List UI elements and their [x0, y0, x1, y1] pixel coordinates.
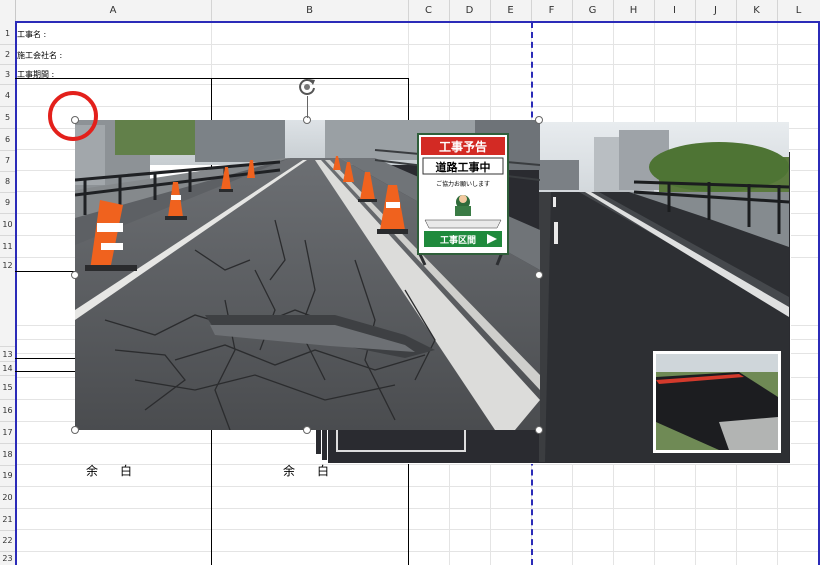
column-header: A B C D E F G H I J K L — [0, 0, 820, 23]
print-area-left — [15, 22, 17, 565]
resize-handle-middle-right[interactable] — [535, 271, 543, 279]
repaired-road-image — [539, 122, 789, 462]
row-header-4[interactable]: 4 — [0, 84, 15, 107]
row-header-22[interactable]: 22 — [0, 530, 15, 552]
column-header-a[interactable]: A — [15, 0, 212, 22]
rotate-handle-icon[interactable] — [297, 77, 317, 97]
column-header-l[interactable]: L — [777, 0, 820, 22]
row-header-10[interactable]: 10 — [0, 213, 15, 236]
photo-after-repair[interactable] — [539, 122, 789, 462]
row-header-15[interactable]: 15 — [0, 375, 15, 400]
grid-row-line — [15, 551, 820, 552]
sign-header-text: 工事予告 — [439, 139, 487, 154]
column-header-h[interactable]: H — [613, 0, 655, 22]
row-header-17[interactable]: 17 — [0, 421, 15, 444]
row-header-3[interactable]: 3 — [0, 64, 15, 85]
column-header-g[interactable]: G — [572, 0, 614, 22]
margin-text-right: 余白 — [283, 464, 352, 478]
grid-row-line — [15, 64, 820, 65]
sign-title-text: 道路工事中 — [436, 160, 491, 174]
column-header-c[interactable]: C — [408, 0, 450, 22]
sign-subtitle-text: ご協力お願いします — [436, 180, 490, 188]
row-header-1[interactable]: 1 — [0, 22, 15, 45]
form-border-row14 — [15, 371, 75, 372]
row-header-21[interactable]: 21 — [0, 508, 15, 531]
column-header-e[interactable]: E — [490, 0, 532, 22]
row-header-7[interactable]: 7 — [0, 150, 15, 172]
rotate-handle-stem — [307, 96, 308, 118]
row-header-16[interactable]: 16 — [0, 399, 15, 422]
grid-row-line — [15, 529, 820, 530]
row-header-6[interactable]: 6 — [0, 128, 15, 151]
row-header-20[interactable]: 20 — [0, 486, 15, 509]
column-header-k[interactable]: K — [736, 0, 778, 22]
project-name-label: 工事名 : — [17, 30, 47, 39]
print-area-top — [15, 21, 820, 23]
grid-row-line — [15, 508, 820, 509]
highlight-circle — [48, 91, 98, 141]
construction-sign: 工事予告 道路工事中 ご協力お願いします 工事区間 — [416, 133, 509, 266]
row-header-9[interactable]: 9 — [0, 192, 15, 214]
row-header-5[interactable]: 5 — [0, 106, 15, 129]
resize-handle-bottom-right[interactable] — [535, 426, 543, 434]
resize-handle-bottom-center[interactable] — [303, 426, 311, 434]
row-header-12[interactable]: 12 — [0, 257, 15, 347]
form-border-top — [15, 78, 409, 79]
select-all-corner[interactable] — [0, 0, 16, 22]
grid-row-line — [15, 106, 820, 107]
row-header-8[interactable]: 8 — [0, 171, 15, 193]
column-header-d[interactable]: D — [449, 0, 491, 22]
row-header-2[interactable]: 2 — [0, 44, 15, 65]
form-border-row13 — [15, 358, 75, 359]
row-header: 1 2 3 4 5 6 7 8 9 10 11 12 13 14 15 16 1… — [0, 22, 16, 565]
company-name-label: 施工会社名 : — [17, 51, 63, 60]
grid-row-line — [15, 44, 820, 45]
grid-row-line — [15, 84, 820, 85]
resize-handle-top-right[interactable] — [535, 116, 543, 124]
resize-handle-bottom-left[interactable] — [71, 426, 79, 434]
column-header-b[interactable]: B — [211, 0, 409, 22]
row-header-18[interactable]: 18 — [0, 443, 15, 466]
photo-before-repair[interactable]: 工事予告 道路工事中 ご協力お願いします 工事区間 — [75, 120, 540, 430]
row-header-11[interactable]: 11 — [0, 235, 15, 258]
column-header-j[interactable]: J — [695, 0, 737, 22]
grid-row-line — [15, 486, 820, 487]
spreadsheet: A B C D E F G H I J K L 1 2 3 4 5 6 7 8 … — [0, 0, 820, 565]
form-border-row12 — [15, 271, 75, 272]
row-header-23[interactable]: 23 — [0, 551, 15, 565]
row-header-14[interactable]: 14 — [0, 361, 15, 376]
resize-handle-middle-left[interactable] — [71, 271, 79, 279]
margin-text-left: 余白 — [86, 464, 155, 478]
stacked-photo-frame — [336, 428, 466, 452]
sign-zone-text: 工事区間 — [440, 234, 476, 246]
row-header-13[interactable]: 13 — [0, 347, 15, 362]
damaged-road-image: 工事予告 道路工事中 ご協力お願いします 工事区間 — [75, 120, 540, 430]
column-header-i[interactable]: I — [654, 0, 696, 22]
column-header-f[interactable]: F — [531, 0, 573, 22]
row-header-19[interactable]: 19 — [0, 465, 15, 487]
